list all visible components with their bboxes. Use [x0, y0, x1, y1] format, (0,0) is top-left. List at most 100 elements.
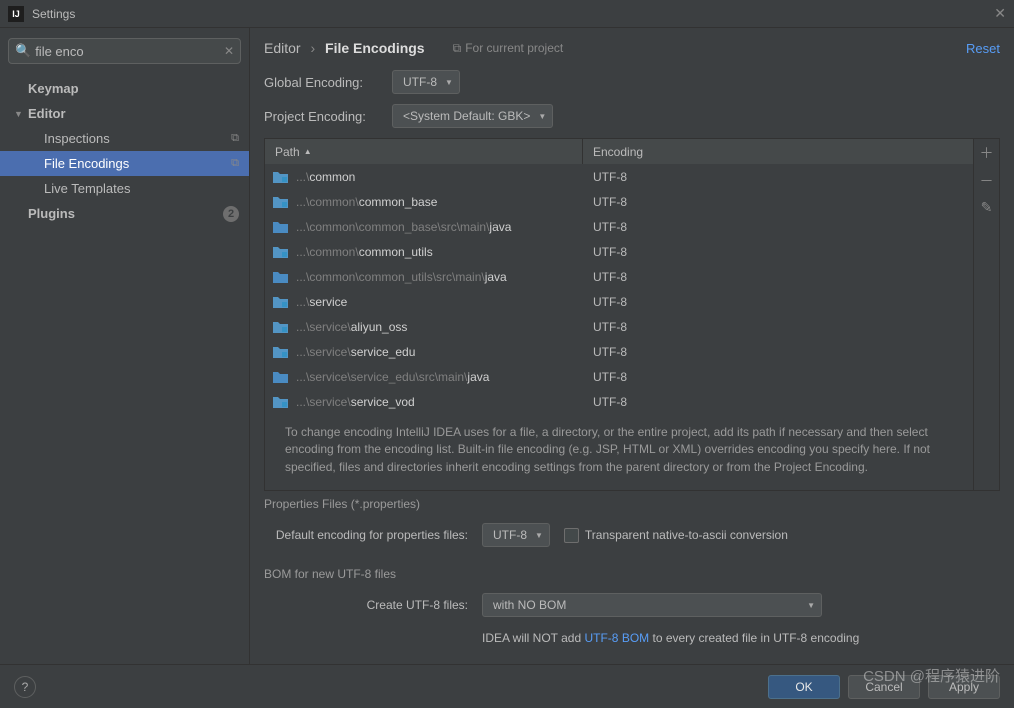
table-row[interactable]: ...\common\common_utils\src\main\javaUTF… [265, 264, 973, 289]
encoding-cell[interactable]: UTF-8 [583, 295, 973, 309]
bom-note: IDEA will NOT add UTF-8 BOM to every cre… [264, 631, 1000, 645]
tree-item-label: Inspections [44, 131, 231, 146]
path-cell: ...\common\common_utils\src\main\java [265, 270, 583, 284]
encoding-cell[interactable]: UTF-8 [583, 395, 973, 409]
path-cell: ...\service\service_edu [265, 345, 583, 359]
tree-item-live-templates[interactable]: Live Templates [0, 176, 249, 201]
tree-item-editor[interactable]: ▼Editor [0, 101, 249, 126]
chevron-right-icon: › [310, 40, 315, 56]
path-cell: ...\service [265, 295, 583, 309]
transparent-ascii-checkbox[interactable]: Transparent native-to-ascii conversion [564, 528, 788, 543]
encoding-cell[interactable]: UTF-8 [583, 245, 973, 259]
global-encoding-label: Global Encoding: [264, 75, 392, 90]
search-box[interactable]: 🔍 ✕ [8, 38, 241, 64]
help-button[interactable]: ? [14, 676, 36, 698]
content-pane: Editor › File Encodings ⧉ For current pr… [250, 28, 1014, 664]
tree-item-label: Plugins [28, 206, 223, 221]
chevron-down-icon: ▼ [807, 601, 815, 610]
tree-item-inspections[interactable]: Inspections⧉ [0, 126, 249, 151]
apply-button[interactable]: Apply [928, 675, 1000, 699]
remove-icon[interactable]: － [980, 171, 994, 191]
tree-item-label: Live Templates [44, 181, 239, 196]
breadcrumb: Editor › File Encodings [264, 40, 425, 56]
encoding-hint-text: To change encoding IntelliJ IDEA uses fo… [265, 414, 973, 490]
tree-item-file-encodings[interactable]: File Encodings⧉ [0, 151, 249, 176]
ok-button[interactable]: OK [768, 675, 840, 699]
path-cell: ...\common\common_base\src\main\java [265, 220, 583, 234]
bom-combo[interactable]: with NO BOM ▼ [482, 593, 822, 617]
table-row[interactable]: ...\serviceUTF-8 [265, 289, 973, 314]
table-row[interactable]: ...\service\aliyun_ossUTF-8 [265, 314, 973, 339]
path-column-header[interactable]: Path ▲ [265, 139, 583, 164]
sort-asc-icon: ▲ [304, 147, 312, 156]
encoding-column-header[interactable]: Encoding [583, 139, 973, 164]
folder-icon [273, 221, 288, 233]
folder-icon [273, 196, 288, 208]
folder-icon [273, 346, 288, 358]
encoding-cell[interactable]: UTF-8 [583, 370, 973, 384]
table-row[interactable]: ...\service\service_edu\src\main\javaUTF… [265, 364, 973, 389]
properties-section-title: Properties Files (*.properties) [264, 497, 1000, 511]
path-cell: ...\service\aliyun_oss [265, 320, 583, 334]
close-icon[interactable]: ✕ [994, 5, 1006, 22]
table-row[interactable]: ...\common\common_base\src\main\javaUTF-… [265, 214, 973, 239]
search-input[interactable] [35, 44, 224, 59]
tree-item-label: Editor [28, 106, 239, 121]
project-encoding-label: Project Encoding: [264, 109, 392, 124]
window-title: Settings [32, 7, 75, 21]
cancel-button[interactable]: Cancel [848, 675, 920, 699]
encoding-cell[interactable]: UTF-8 [583, 195, 973, 209]
folder-icon [273, 246, 288, 258]
folder-icon [273, 396, 288, 408]
folder-icon [273, 171, 288, 183]
encoding-table-wrap: Path ▲ Encoding ...\commonUTF-8...\commo… [264, 138, 1000, 491]
tree-item-label: Keymap [28, 81, 239, 96]
app-logo-icon: IJ [8, 6, 24, 22]
tree-item-plugins[interactable]: Plugins2 [0, 201, 249, 226]
tree-item-label: File Encodings [44, 156, 231, 171]
global-encoding-combo[interactable]: UTF-8 ▼ [392, 70, 460, 94]
copy-icon: ⧉ [453, 41, 462, 56]
table-toolbar: ＋ － ✎ [973, 139, 999, 490]
chevron-down-icon: ▼ [445, 78, 453, 87]
bom-label: Create UTF-8 files: [264, 598, 482, 612]
table-row[interactable]: ...\common\common_utilsUTF-8 [265, 239, 973, 264]
breadcrumb-parent[interactable]: Editor [264, 40, 301, 56]
reset-link[interactable]: Reset [966, 41, 1000, 56]
path-cell: ...\common\common_base [265, 195, 583, 209]
encoding-cell[interactable]: UTF-8 [583, 270, 973, 284]
chevron-down-icon: ▼ [538, 112, 546, 121]
tree-item-keymap[interactable]: Keymap [0, 76, 249, 101]
bom-section-title: BOM for new UTF-8 files [264, 567, 1000, 581]
dialog-footer: ? OK Cancel Apply [0, 664, 1014, 708]
scope-label: ⧉ For current project [453, 41, 564, 56]
path-cell: ...\common\common_utils [265, 245, 583, 259]
table-row[interactable]: ...\service\service_eduUTF-8 [265, 339, 973, 364]
project-encoding-combo[interactable]: <System Default: GBK> ▼ [392, 104, 553, 128]
folder-icon [273, 321, 288, 333]
table-row[interactable]: ...\common\common_baseUTF-8 [265, 189, 973, 214]
encoding-table: Path ▲ Encoding ...\commonUTF-8...\commo… [265, 139, 973, 490]
clear-search-icon[interactable]: ✕ [224, 44, 234, 58]
search-icon: 🔍 [15, 43, 31, 59]
encoding-cell[interactable]: UTF-8 [583, 320, 973, 334]
checkbox-box-icon [564, 528, 579, 543]
encoding-cell[interactable]: UTF-8 [583, 170, 973, 184]
encoding-cell[interactable]: UTF-8 [583, 345, 973, 359]
properties-encoding-combo[interactable]: UTF-8 ▼ [482, 523, 550, 547]
add-icon[interactable]: ＋ [980, 143, 994, 163]
chevron-down-icon: ▼ [535, 531, 543, 540]
encoding-cell[interactable]: UTF-8 [583, 220, 973, 234]
table-row[interactable]: ...\commonUTF-8 [265, 164, 973, 189]
folder-icon [273, 296, 288, 308]
path-cell: ...\service\service_edu\src\main\java [265, 370, 583, 384]
folder-icon [273, 271, 288, 283]
settings-tree: Keymap▼EditorInspections⧉File Encodings⧉… [0, 72, 249, 664]
folder-icon [273, 371, 288, 383]
edit-icon[interactable]: ✎ [981, 199, 993, 216]
table-row[interactable]: ...\service\service_vodUTF-8 [265, 389, 973, 414]
tree-arrow-icon: ▼ [14, 109, 26, 119]
breadcrumb-current: File Encodings [325, 40, 425, 56]
utf8-bom-link[interactable]: UTF-8 BOM [584, 631, 649, 645]
badge: 2 [223, 206, 239, 222]
